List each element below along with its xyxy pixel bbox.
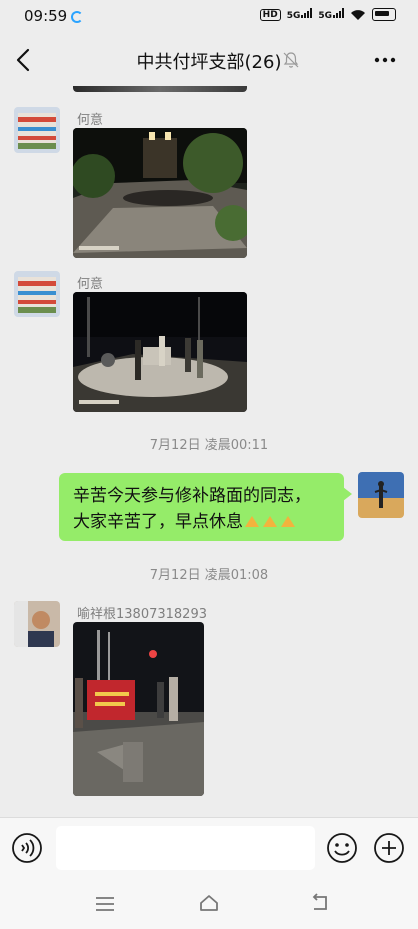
chat-input-bar <box>0 817 418 878</box>
sender-name: 何意 <box>77 113 104 128</box>
emoji-icon[interactable] <box>326 832 358 864</box>
own-avatar[interactable] <box>358 472 404 518</box>
menu-icon[interactable] <box>94 895 116 913</box>
back-icon[interactable] <box>308 893 330 913</box>
text-message-bubble[interactable]: 辛苦今天参与修补路面的同志， 大家辛苦了，早点休息 <box>59 473 352 541</box>
image-message[interactable] <box>73 128 247 258</box>
clapping-emoji-icon <box>263 516 277 527</box>
voice-icon[interactable] <box>11 832 43 864</box>
more-dots-icon[interactable] <box>372 50 398 70</box>
message-input[interactable] <box>56 826 315 870</box>
sender-name: 喻祥根13807318293 <box>77 607 207 622</box>
system-navigation-bar <box>0 877 418 929</box>
plus-icon[interactable] <box>373 832 405 864</box>
message-text-line-2: 大家辛苦了，早点休息 <box>73 509 330 535</box>
timestamp: 7月12日 凌晨00:11 <box>149 438 269 453</box>
back-arrow-icon[interactable] <box>12 47 36 73</box>
partial-image-message[interactable] <box>73 86 247 92</box>
timestamp: 7月12日 凌晨01:08 <box>149 568 269 583</box>
signal-2-icon: 5G <box>318 8 344 21</box>
sync-icon <box>71 11 83 23</box>
sender-name: 何意 <box>77 277 104 292</box>
avatar[interactable] <box>14 271 60 317</box>
signal-1-icon: 5G <box>287 8 313 21</box>
mute-bell-icon <box>283 52 299 68</box>
image-message[interactable] <box>73 292 247 412</box>
battery-icon <box>372 8 396 21</box>
chat-header: 中共付坪支部(26) <box>0 34 418 86</box>
image-message[interactable] <box>73 622 204 796</box>
hd-icon: HD <box>259 8 281 21</box>
message-list[interactable]: 何意 何意 7月12日 凌晨00:11 辛苦今天参与修补路面的同志， 大家辛苦了… <box>0 86 418 817</box>
avatar[interactable] <box>14 601 60 647</box>
status-time: 09:59 <box>24 7 68 25</box>
clapping-emoji-icon <box>281 516 295 527</box>
chat-title-wrap: 中共付坪支部(26) <box>0 48 418 74</box>
message-text-line-1: 辛苦今天参与修补路面的同志， <box>73 486 311 506</box>
status-bar: 09:59 HD 5G 5G <box>0 0 418 34</box>
clapping-emoji-icon <box>245 516 259 527</box>
avatar[interactable] <box>14 107 60 153</box>
chat-title[interactable]: 中共付坪支部(26) <box>137 52 282 73</box>
wifi-icon <box>351 9 365 20</box>
home-icon[interactable] <box>198 892 220 914</box>
status-icons: HD 5G 5G <box>259 8 396 21</box>
